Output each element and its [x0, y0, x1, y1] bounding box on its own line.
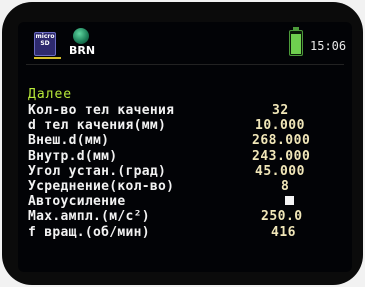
menu-row-rotation-frequency[interactable]: f вращ.(об/мин) 416 [28, 225, 352, 240]
micro-sd-icon: micro SD [34, 32, 56, 56]
menu-row-value: 10.000 [255, 118, 305, 134]
device-bezel: micro SD BRN 15:06 Далее Кол-во тел каче… [2, 2, 363, 285]
auto-gain-checkbox[interactable] [285, 196, 294, 206]
sd-icon-text-2: SD [40, 40, 50, 47]
sd-icon-text-1: micro [35, 33, 55, 40]
menu-row-max-amplitude[interactable]: Max.ампл.(м/с²) 250.0 [28, 209, 352, 224]
menu-row-label: Max.ампл.(м/с²) [28, 209, 150, 225]
menu-row-averaging-count[interactable]: Усреднение(кол-во) 8 [28, 179, 352, 194]
menu-row-value: 8 [281, 178, 290, 194]
menu-row-label: d тел качения(мм) [28, 118, 167, 134]
menu-row-value: 32 [272, 103, 289, 118]
brn-ball-icon [73, 28, 89, 44]
menu-row-contact-angle[interactable]: Угол устан.(град) 45.000 [28, 164, 352, 179]
menu-row-value: 250.0 [261, 209, 303, 225]
brn-label: BRN [68, 44, 96, 57]
menu-row-value: 45.000 [255, 163, 305, 179]
status-bar: micro SD BRN 15:06 [18, 22, 352, 62]
menu-row-value: 268.000 [252, 133, 311, 149]
clock: 15:06 [310, 39, 347, 53]
menu-row-inner-diameter[interactable]: Внутр.d(мм) 243.000 [28, 149, 352, 164]
menu-row-label: Угол устан.(град) [28, 163, 167, 179]
menu-row-value: 416 [271, 224, 296, 240]
battery-fill [291, 34, 301, 54]
menu-row-label: Кол-во тел качения [28, 103, 175, 118]
menu-next-item[interactable]: Далее [28, 87, 352, 103]
battery-icon [289, 27, 303, 56]
menu-row-auto-gain[interactable]: Автоусиление [28, 194, 352, 209]
menu-row-label: Внутр.d(мм) [28, 148, 118, 164]
menu-row-rolling-elements-count[interactable]: Кол-во тел качения 32 [28, 103, 352, 118]
bluetooth-brn-icon: BRN [65, 28, 99, 58]
menu-row-label: Внеш.d(мм) [28, 133, 110, 149]
sd-indicator-underline [34, 57, 61, 59]
menu-row-outer-diameter[interactable]: Внеш.d(мм) 268.000 [28, 133, 352, 148]
menu-row-label: Усреднение(кол-во) [28, 178, 175, 194]
menu-row-rolling-element-diameter[interactable]: d тел качения(мм) 10.000 [28, 118, 352, 133]
status-divider [26, 64, 344, 65]
settings-menu: Далее Кол-во тел качения 32 d тел качени… [28, 87, 352, 240]
display-screen: micro SD BRN 15:06 Далее Кол-во тел каче… [18, 22, 352, 272]
menu-row-label: f вращ.(об/мин) [28, 224, 150, 240]
menu-row-label: Автоусиление [28, 194, 126, 210]
menu-row-value: 243.000 [252, 148, 311, 164]
